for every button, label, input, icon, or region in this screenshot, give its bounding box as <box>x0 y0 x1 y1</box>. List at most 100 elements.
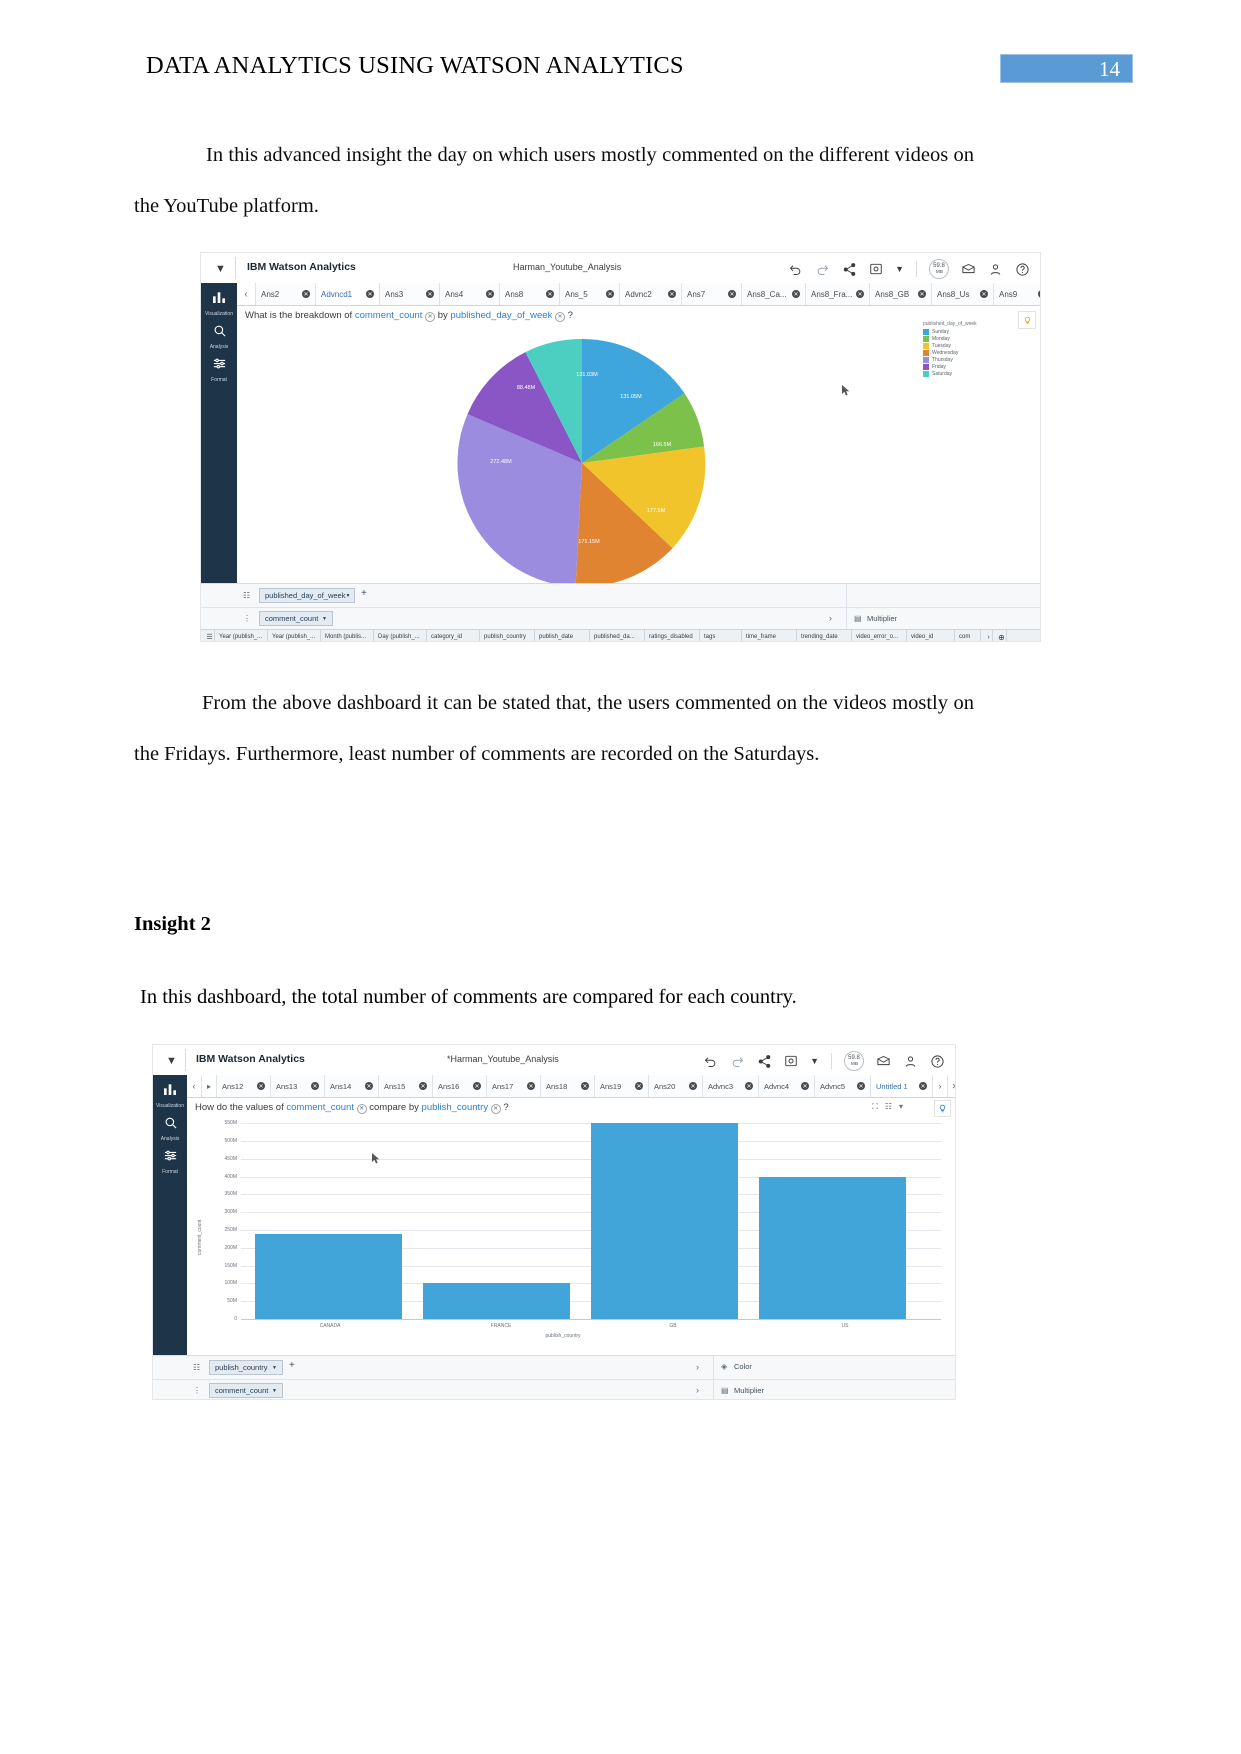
measure-icon[interactable]: ⋮ <box>243 614 251 623</box>
expand-icon[interactable]: ⛶ <box>872 1102 878 1112</box>
legend-item-sunday[interactable]: Sunday <box>923 329 1009 335</box>
rail-item-visualization[interactable]: Visualization <box>201 289 237 317</box>
rail-item-visualization[interactable]: Visualization <box>153 1081 187 1109</box>
insights-bulb-icon[interactable] <box>1018 311 1036 329</box>
tab-ans4[interactable]: Ans4 ✕ <box>440 283 500 305</box>
tab-ans8-us[interactable]: Ans8_Us ✕ <box>932 283 994 305</box>
shelf-pill-dimension[interactable]: published_day_of_week ▼ <box>259 588 355 603</box>
help-icon[interactable] <box>930 1054 945 1069</box>
rail-item-analysis[interactable]: Analysis <box>201 323 237 350</box>
tab-ans18[interactable]: Ans18 ✕ <box>541 1075 595 1097</box>
close-icon[interactable]: ✕ <box>1038 290 1040 298</box>
chevron-down-icon[interactable]: ▼ <box>810 1056 819 1066</box>
tab-ans12[interactable]: Ans12 ✕ <box>217 1075 271 1097</box>
close-icon[interactable]: ✕ <box>302 290 310 298</box>
chart-type-icon[interactable]: ☷ <box>193 1363 200 1372</box>
remove-dimension-icon[interactable]: ✕ <box>490 1104 501 1114</box>
tab-advnc3[interactable]: Advnc3 ✕ <box>703 1075 759 1097</box>
remove-measure-icon[interactable]: ✕ <box>425 312 436 322</box>
grid-column[interactable]: Year (publish_... <box>215 630 268 641</box>
grid-handle-icon[interactable]: ☰ <box>201 630 215 641</box>
tab-ans15[interactable]: Ans15 ✕ <box>379 1075 433 1097</box>
snapshot-icon[interactable] <box>869 262 883 276</box>
tab-ans20[interactable]: Ans20 ✕ <box>649 1075 703 1097</box>
close-icon[interactable]: ✕ <box>527 1082 535 1090</box>
shelf-pill-measure[interactable]: comment_count ▼ <box>259 611 333 626</box>
pie-chart[interactable]: 131.05M 166.5M 177.5M 171.15M 272.48M 88… <box>454 335 710 591</box>
question-measure[interactable]: comment_count <box>355 310 423 321</box>
grid-column[interactable]: Year (publish_... <box>268 630 321 641</box>
close-icon[interactable]: ✕ <box>426 290 434 298</box>
tab-ans7[interactable]: Ans7 ✕ <box>682 283 742 305</box>
add-field-button[interactable]: + <box>361 588 367 599</box>
tabs-prev-button[interactable]: ‹ <box>237 283 256 305</box>
question-dimension[interactable]: publish_country <box>422 1102 489 1113</box>
tab-ans8-fra[interactable]: Ans8_Fra... ✕ <box>806 283 870 305</box>
close-icon[interactable]: ✕ <box>257 1082 265 1090</box>
tab-advncd1[interactable]: Advncd1 ✕ <box>316 283 380 305</box>
rail-item-analysis[interactable]: Analysis <box>153 1115 187 1142</box>
remove-dimension-icon[interactable]: ✕ <box>555 312 565 322</box>
grid-column[interactable]: time_frame <box>742 630 797 641</box>
grid-column[interactable]: video_error_o... <box>852 630 907 641</box>
grid-next-icon[interactable]: › <box>981 630 993 641</box>
close-icon[interactable]: ✕ <box>980 290 988 298</box>
expand-shelf-icon[interactable]: › <box>696 1362 699 1372</box>
chart-type-icon[interactable]: ☷ <box>243 591 250 600</box>
tab-untitled-1[interactable]: Untitled 1 ✕ <box>871 1075 933 1097</box>
bar-gb[interactable] <box>591 1123 738 1319</box>
chevron-down-icon[interactable]: ▼ <box>166 1056 177 1067</box>
bar-chart[interactable]: comment_count 550M 500M 450M 400M 350M 3… <box>187 1115 955 1345</box>
legend-item-monday[interactable]: Monday <box>923 336 1009 342</box>
undo-icon[interactable] <box>788 262 803 277</box>
close-icon[interactable]: ✕ <box>801 1082 809 1090</box>
tab-ans14[interactable]: Ans14 ✕ <box>325 1075 379 1097</box>
undo-icon[interactable] <box>703 1054 718 1069</box>
chevron-down-icon[interactable]: ▼ <box>345 593 350 599</box>
close-icon[interactable]: ✕ <box>365 1082 373 1090</box>
user-icon[interactable] <box>988 262 1003 277</box>
share-icon[interactable] <box>842 262 857 277</box>
chevron-down-icon[interactable]: ▼ <box>272 1388 277 1394</box>
question-dimension[interactable]: published_day_of_week <box>450 310 552 321</box>
close-icon[interactable]: ✕ <box>473 1082 481 1090</box>
tab-ans9[interactable]: Ans9 ✕ <box>994 283 1040 305</box>
grid-column[interactable]: published_da... <box>590 630 645 641</box>
legend-item-saturday[interactable]: Saturday <box>923 371 1009 377</box>
grid-column[interactable]: publish_date <box>535 630 590 641</box>
tab-advnc4[interactable]: Advnc4 ✕ <box>759 1075 815 1097</box>
tab-ans3[interactable]: Ans3 ✕ <box>380 283 440 305</box>
snapshot-icon[interactable] <box>784 1054 798 1068</box>
expand-shelf-icon[interactable]: › <box>696 1385 699 1395</box>
feedback-icon[interactable] <box>876 1054 891 1069</box>
close-icon[interactable]: ✕ <box>486 290 494 298</box>
tab-ans16[interactable]: Ans16 ✕ <box>433 1075 487 1097</box>
tab-ans8[interactable]: Ans8 ✕ <box>500 283 560 305</box>
close-icon[interactable]: ✕ <box>918 290 926 298</box>
add-field-button[interactable]: + <box>289 1360 295 1371</box>
grid-column[interactable]: Month (publis... <box>321 630 374 641</box>
close-icon[interactable]: ✕ <box>419 1082 427 1090</box>
expand-shelf-icon[interactable]: › <box>829 613 832 623</box>
close-icon[interactable]: ✕ <box>606 290 614 298</box>
close-icon[interactable]: ✕ <box>668 290 676 298</box>
grid-column[interactable]: Day (publish_... <box>374 630 427 641</box>
chevron-down-icon[interactable]: ▼ <box>322 616 327 622</box>
tab-ans8-ca[interactable]: Ans8_Ca... ✕ <box>742 283 806 305</box>
legend-item-tuesday[interactable]: Tuesday <box>923 343 1009 349</box>
grid-add-icon[interactable]: ⊕ <box>993 630 1007 641</box>
chevron-down-icon[interactable]: ▼ <box>895 264 904 274</box>
rail-item-format[interactable]: Format <box>201 356 237 383</box>
close-icon[interactable]: ✕ <box>366 290 374 298</box>
share-icon[interactable] <box>757 1054 772 1069</box>
close-icon[interactable]: ✕ <box>581 1082 589 1090</box>
help-icon[interactable] <box>1015 262 1030 277</box>
redo-icon[interactable] <box>815 262 830 277</box>
tabs-first-button[interactable]: ▸ <box>202 1075 217 1097</box>
close-icon[interactable]: ✕ <box>689 1082 697 1090</box>
bar-us[interactable] <box>759 1176 906 1319</box>
measure-icon[interactable]: ⋮ <box>193 1386 201 1395</box>
close-icon[interactable]: ✕ <box>792 290 800 298</box>
user-icon[interactable] <box>903 1054 918 1069</box>
grid-column[interactable]: publish_country <box>480 630 535 641</box>
